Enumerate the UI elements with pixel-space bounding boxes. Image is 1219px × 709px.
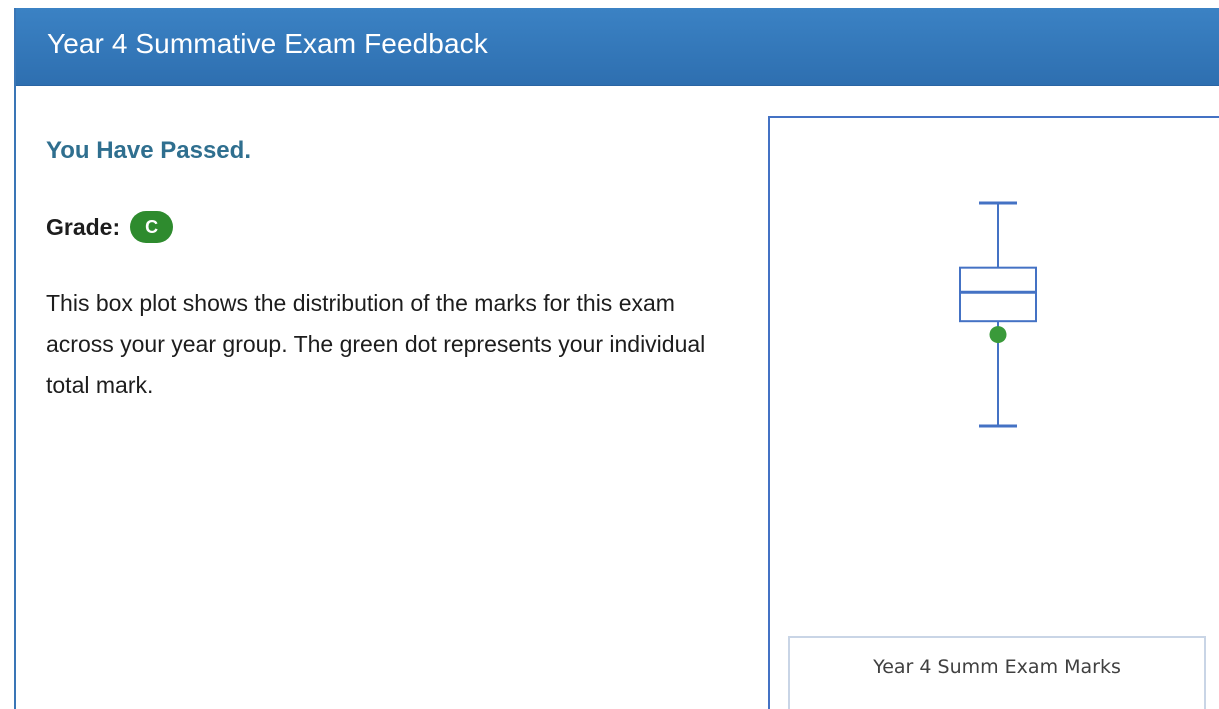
result-heading: You Have Passed.	[46, 137, 251, 164]
feedback-page: Year 4 Summative Exam Feedback You Have …	[0, 0, 1219, 709]
grade-badge: C	[130, 211, 174, 243]
box-plot-description: This box plot shows the distribution of …	[46, 290, 706, 398]
panel-header: Year 4 Summative Exam Feedback	[16, 8, 1219, 86]
student-mark-dot	[989, 326, 1007, 344]
box-plot-svg	[959, 201, 1037, 428]
chart-legend: Year 4 Summ Exam Marks	[788, 636, 1206, 709]
box-plot-chart	[768, 116, 1219, 709]
grade-label: Grade:	[46, 213, 121, 240]
grade-line: Grade: C	[46, 210, 174, 244]
series-label: Year 4 Summ Exam Marks	[873, 656, 1121, 678]
panel-title: Year 4 Summative Exam Feedback	[47, 28, 488, 59]
interquartile-box	[959, 266, 1037, 323]
